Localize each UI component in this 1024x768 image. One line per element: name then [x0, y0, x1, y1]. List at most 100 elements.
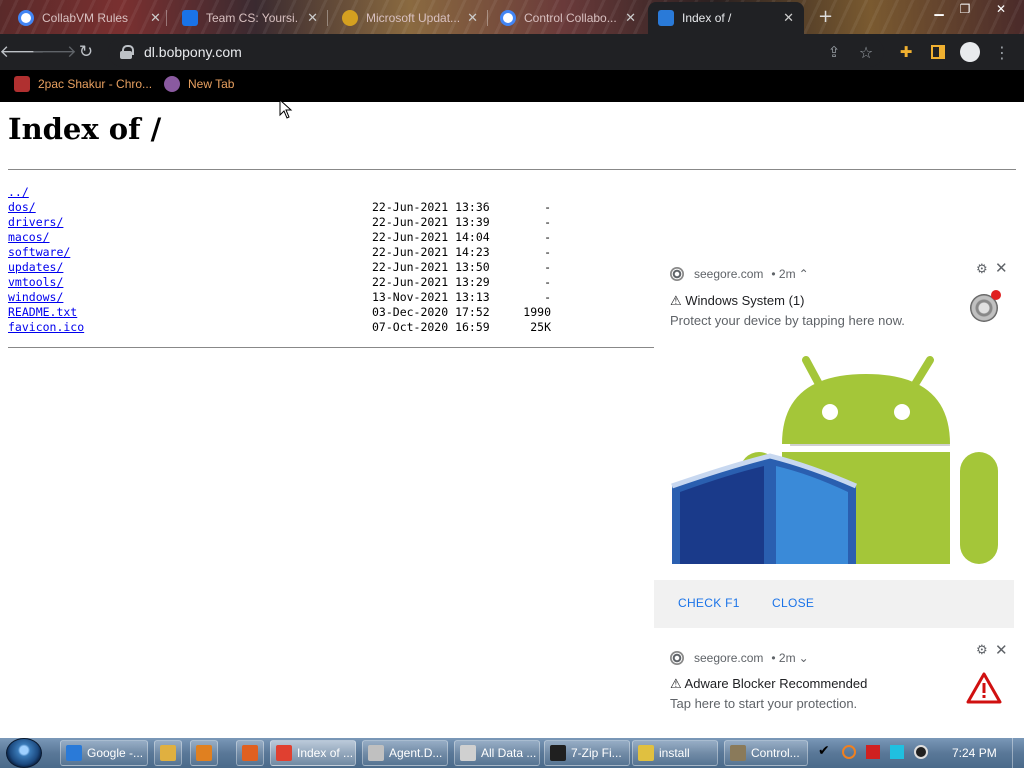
- tab-collabvm-rules[interactable]: CollabVM Rules ✕: [8, 4, 172, 32]
- notification-body: Protect your device by tapping here now.: [670, 313, 905, 328]
- gear-icon[interactable]: ⚙: [976, 642, 988, 658]
- taskbar-button[interactable]: Google -...: [60, 740, 148, 766]
- tab-control-collabvm[interactable]: Control Collabo... ✕: [490, 4, 646, 32]
- listing-row: software/22-Jun-2021 14:23 -: [8, 245, 568, 260]
- file-size: -: [544, 290, 551, 304]
- tab-team-cs[interactable]: Team CS: Yoursi... ✕: [172, 4, 328, 32]
- window-close-icon[interactable]: ✕: [990, 2, 1012, 16]
- listing-row: favicon.ico 07-Oct-2020 16:59 25K: [8, 320, 568, 335]
- file-size: 1990: [523, 305, 551, 319]
- warning-triangle-icon: [966, 672, 1002, 704]
- check-f1-button[interactable]: CHECK F1: [678, 596, 740, 610]
- tab-separator: [327, 10, 328, 26]
- tab-close-icon[interactable]: ✕: [625, 10, 636, 26]
- file-size: -: [544, 215, 551, 229]
- taskbar-button[interactable]: Control...: [724, 740, 808, 766]
- tab-microsoft-update[interactable]: Microsoft Updat... ✕: [332, 4, 488, 32]
- tray-flag-icon[interactable]: [866, 745, 880, 759]
- taskbar-button[interactable]: All Data ...: [454, 740, 540, 766]
- side-panel-icon[interactable]: [926, 40, 950, 64]
- bookmark-new-tab[interactable]: New Tab: [164, 76, 234, 92]
- share-icon[interactable]: ⇪: [822, 40, 846, 64]
- gear-icon[interactable]: ⚙: [976, 261, 988, 277]
- maximize-icon[interactable]: ❐: [954, 2, 976, 16]
- show-desktop-button[interactable]: [1012, 738, 1024, 768]
- tab-close-icon[interactable]: ✕: [307, 10, 318, 26]
- file-size: -: [544, 230, 551, 244]
- file-link[interactable]: software/: [8, 245, 70, 259]
- bookmark-star-icon[interactable]: ☆: [854, 40, 878, 64]
- file-link[interactable]: drivers/: [8, 215, 63, 229]
- notification-age: • 2m: [771, 651, 796, 665]
- taskbar-clock[interactable]: 7:24 PM: [952, 746, 997, 760]
- file-link[interactable]: updates/: [8, 260, 63, 274]
- modified-date: 22-Jun-2021 14:23: [372, 245, 490, 259]
- notification-body: Tap here to start your protection.: [670, 696, 858, 711]
- taskbar-button[interactable]: [236, 740, 264, 766]
- taskbar-label: Google -...: [87, 746, 144, 760]
- bookmark-2pac[interactable]: 2pac Shakur - Chro...: [14, 76, 152, 92]
- file-link[interactable]: favicon.ico: [8, 320, 84, 334]
- address-bar[interactable]: dl.bobpony.com: [108, 37, 884, 67]
- file-link[interactable]: vmtools/: [8, 275, 63, 289]
- taskbar-app-icon: [242, 745, 258, 761]
- tab-close-icon[interactable]: ✕: [783, 10, 794, 26]
- close-icon[interactable]: ✕: [995, 259, 1008, 277]
- taskbar-app-icon: [730, 745, 746, 761]
- chevron-up-icon[interactable]: ⌃: [799, 267, 809, 281]
- bookmark-label: New Tab: [188, 77, 235, 91]
- modified-date: 22-Jun-2021 13:36: [372, 200, 490, 214]
- bookmark-favicon-icon: [164, 76, 180, 92]
- taskbar-app-icon: [550, 745, 566, 761]
- lock-icon[interactable]: [120, 45, 134, 59]
- tray-check-icon[interactable]: ✔: [818, 743, 832, 759]
- forward-arrow-icon[interactable]: 🡒: [31, 40, 77, 64]
- file-size: 25K: [530, 320, 551, 334]
- start-button[interactable]: [6, 738, 42, 768]
- tray-search-icon[interactable]: [842, 745, 856, 759]
- taskbar-button[interactable]: [190, 740, 218, 766]
- bookmarks-bar: 2pac Shakur - Chro... New Tab: [0, 70, 1024, 102]
- profile-avatar-icon[interactable]: [958, 40, 982, 64]
- address-bar-url[interactable]: dl.bobpony.com: [144, 44, 242, 60]
- tray-volume-icon[interactable]: [914, 745, 928, 759]
- close-icon[interactable]: ✕: [995, 641, 1008, 659]
- extensions-puzzle-icon[interactable]: ✚: [894, 40, 918, 64]
- file-link[interactable]: ../: [8, 185, 29, 199]
- modified-date: 22-Jun-2021 13:39: [372, 215, 490, 229]
- notification-adware-blocker[interactable]: seegore.com • 2m ⌄ ⚙ ✕ ⚠ Adware Blocker …: [654, 636, 1014, 738]
- modified-date: 03-Dec-2020 17:52: [372, 305, 490, 319]
- file-link[interactable]: README.txt: [8, 305, 77, 319]
- taskbar-button[interactable]: 7-Zip Fi...: [544, 740, 630, 766]
- tab-title: Index of /: [682, 11, 732, 25]
- taskbar-label: Control...: [751, 746, 800, 760]
- listing-row: vmtools/22-Jun-2021 13:29 -: [8, 275, 568, 290]
- taskbar-label: Agent.D...: [389, 746, 443, 760]
- notification-title: ⚠ Adware Blocker Recommended: [670, 676, 868, 691]
- close-button[interactable]: CLOSE: [772, 596, 814, 610]
- file-link[interactable]: macos/: [8, 230, 50, 244]
- tab-title: Microsoft Updat...: [366, 11, 460, 25]
- reload-icon[interactable]: ↻: [74, 40, 98, 64]
- chevron-down-icon[interactable]: ⌄: [799, 651, 809, 665]
- tab-index-of[interactable]: Index of / ✕: [648, 2, 804, 34]
- new-tab-button[interactable]: +: [818, 6, 833, 27]
- taskbar-button[interactable]: [154, 740, 182, 766]
- directory-listing: ../dos/22-Jun-2021 13:36 - drivers/22-Jun-…: [8, 185, 568, 335]
- menu-kebab-icon[interactable]: ⋮: [990, 40, 1014, 64]
- tab-close-icon[interactable]: ✕: [467, 10, 478, 26]
- notification-actions: CHECK F1 CLOSE: [654, 580, 1014, 628]
- taskbar-button[interactable]: Agent.D...: [362, 740, 448, 766]
- file-link[interactable]: dos/: [8, 200, 36, 214]
- settings-app-icon: [970, 290, 1001, 322]
- minimize-icon[interactable]: ▁: [928, 2, 950, 16]
- taskbar-button[interactable]: install: [632, 740, 718, 766]
- file-link[interactable]: windows/: [8, 290, 63, 304]
- notification-windows-system[interactable]: seegore.com • 2m ⌃ ⚙ ✕ ⚠ Windows System …: [654, 256, 1014, 628]
- modified-date: 22-Jun-2021 13:29: [372, 275, 490, 289]
- tray-network-icon[interactable]: [890, 745, 904, 759]
- taskbar-app-icon: [276, 745, 292, 761]
- taskbar-button[interactable]: Index of ...: [270, 740, 356, 766]
- chrome-logo-icon: [670, 651, 684, 665]
- tab-close-icon[interactable]: ✕: [150, 10, 161, 26]
